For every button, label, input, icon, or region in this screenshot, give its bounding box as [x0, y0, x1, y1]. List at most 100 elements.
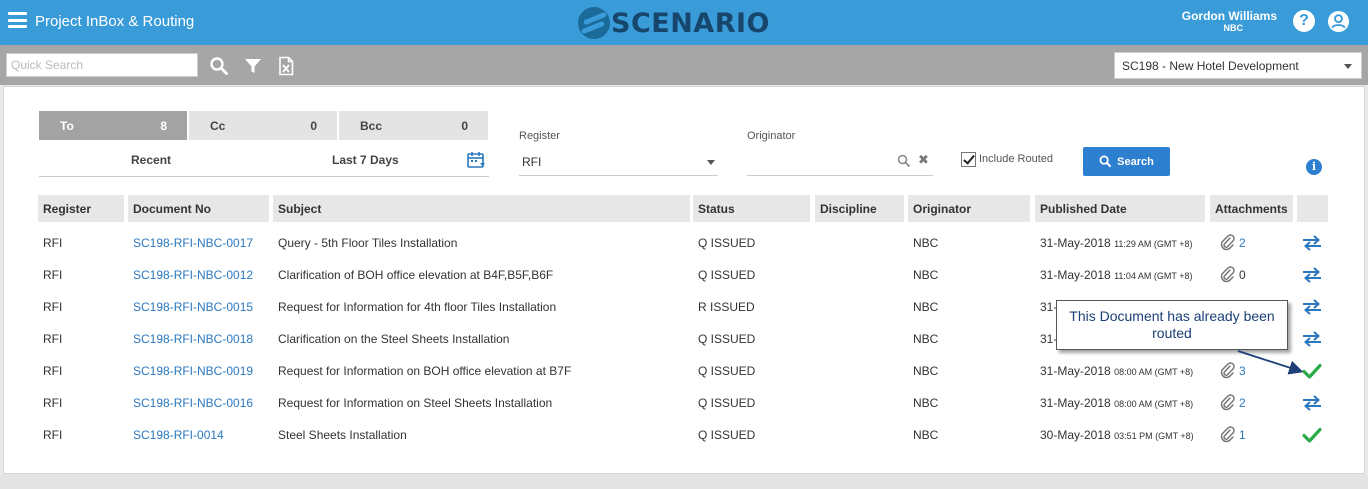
paperclip-icon: [1220, 266, 1235, 283]
cell-status: Q ISSUED: [698, 332, 756, 346]
cell-status: Q ISSUED: [698, 364, 756, 378]
header-originator[interactable]: Originator: [908, 195, 1030, 222]
help-icon[interactable]: ?: [1293, 10, 1315, 32]
project-select-value: SC198 - New Hotel Development: [1122, 59, 1299, 73]
recent-filter[interactable]: Recent: [131, 153, 171, 167]
inbox-panel: To 8 Cc 0 Bcc 0 Recent Last 7 Days Regis…: [3, 86, 1365, 474]
cell-status: Q ISSUED: [698, 268, 756, 282]
header-discipline[interactable]: Discipline: [815, 195, 904, 222]
originator-label: Originator: [747, 130, 796, 142]
attachment-count[interactable]: 2: [1239, 236, 1246, 250]
cell-published-date: 31-: [1040, 300, 1058, 314]
chevron-down-icon: [1344, 64, 1352, 69]
time-value: 08:00 AM (GMT +8): [1114, 399, 1194, 409]
route-icon[interactable]: [1301, 266, 1323, 284]
cell-subject: Clarification of BOH office elevation at…: [278, 268, 554, 282]
header-subject[interactable]: Subject: [273, 195, 690, 222]
include-routed-label: Include Routed: [979, 153, 1053, 165]
paperclip-icon: [1220, 426, 1235, 443]
tab-to[interactable]: To 8: [39, 111, 187, 140]
hamburger-menu-icon[interactable]: [8, 12, 27, 28]
time-value: 11:29 AM (GMT +8): [1114, 239, 1193, 249]
search-icon: [1099, 155, 1112, 168]
last-7-days-filter[interactable]: Last 7 Days: [332, 153, 399, 167]
header-register[interactable]: Register: [38, 195, 124, 222]
user-name[interactable]: Gordon Williams: [1182, 9, 1277, 23]
cell-originator: NBC: [913, 300, 939, 314]
cell-register: RFI: [43, 332, 63, 346]
cell-originator: NBC: [913, 364, 939, 378]
cell-originator: NBC: [913, 268, 939, 282]
cell-originator: NBC: [913, 396, 939, 410]
cell-originator: NBC: [913, 236, 939, 250]
tab-to-label: To: [60, 119, 74, 133]
header-document-no[interactable]: Document No: [128, 195, 269, 222]
header-published-date[interactable]: Published Date: [1035, 195, 1205, 222]
include-routed-checkbox[interactable]: [961, 152, 976, 167]
document-link[interactable]: SC198-RFI-NBC-0017: [133, 236, 253, 250]
table-row[interactable]: RFI SC198-RFI-NBC-0012 Clarification of …: [4, 259, 1364, 291]
document-link[interactable]: SC198-RFI-NBC-0018: [133, 332, 253, 346]
register-select[interactable]: RFI: [519, 148, 718, 176]
paperclip-icon: [1220, 394, 1235, 411]
table-row[interactable]: RFI SC198-RFI-NBC-0016 Request for Infor…: [4, 387, 1364, 419]
search-button[interactable]: Search: [1083, 147, 1170, 176]
cell-published-date: 31-: [1040, 332, 1058, 346]
cell-status: Q ISSUED: [698, 236, 756, 250]
table-row[interactable]: RFI SC198-RFI-0014 Steel Sheets Installa…: [4, 419, 1364, 451]
document-link[interactable]: SC198-RFI-NBC-0015: [133, 300, 253, 314]
document-link[interactable]: SC198-RFI-NBC-0016: [133, 396, 253, 410]
tab-bcc-count: 0: [461, 119, 468, 133]
table-row[interactable]: RFI SC198-RFI-NBC-0017 Query - 5th Floor…: [4, 227, 1364, 259]
user-profile-icon[interactable]: [1327, 10, 1350, 33]
tab-cc-label: Cc: [210, 119, 226, 133]
search-button-label: Search: [1117, 155, 1154, 168]
filter-icon[interactable]: [243, 56, 263, 76]
info-icon[interactable]: i: [1306, 159, 1322, 175]
user-org: NBC: [1223, 23, 1244, 33]
cell-published-date: 31-May-2018 08:00 AM (GMT +8): [1040, 364, 1193, 378]
logo-text: SCENARIO: [611, 7, 770, 39]
cell-subject: Query - 5th Floor Tiles Installation: [278, 236, 458, 250]
time-value: 11:04 AM (GMT +8): [1114, 271, 1193, 281]
tab-cc[interactable]: Cc 0: [189, 111, 337, 140]
document-link[interactable]: SC198-RFI-NBC-0019: [133, 364, 253, 378]
date-value: 31-May-2018: [1040, 268, 1111, 282]
cell-register: RFI: [43, 364, 63, 378]
attachment-count[interactable]: 2: [1239, 396, 1246, 410]
excel-export-icon[interactable]: [276, 56, 296, 76]
date-value: 31-May-2018: [1040, 396, 1111, 410]
tab-bcc[interactable]: Bcc 0: [339, 111, 488, 140]
quick-search-input[interactable]: [6, 53, 198, 77]
cell-published-date: 31-May-2018 11:29 AM (GMT +8): [1040, 236, 1193, 250]
scenario-logo: SCENARIO: [578, 5, 770, 41]
search-icon[interactable]: [209, 56, 229, 76]
cell-published-date: 31-May-2018 08:00 AM (GMT +8): [1040, 396, 1193, 410]
originator-search-icon[interactable]: [897, 154, 911, 168]
attachment-count[interactable]: 1: [1239, 428, 1246, 442]
cell-published-date: 30-May-2018 03:51 PM (GMT +8): [1040, 428, 1194, 442]
header-attachments[interactable]: Attachments: [1210, 195, 1293, 222]
date-value: 30-May-2018: [1040, 428, 1111, 442]
cell-subject: Request for Information on Steel Sheets …: [278, 396, 553, 410]
document-link[interactable]: SC198-RFI-NBC-0012: [133, 268, 253, 282]
route-icon[interactable]: [1301, 394, 1323, 412]
cell-status: Q ISSUED: [698, 428, 756, 442]
route-icon[interactable]: [1301, 234, 1323, 252]
time-value: 03:51 PM (GMT +8): [1114, 431, 1194, 441]
header-status[interactable]: Status: [693, 195, 810, 222]
project-select[interactable]: SC198 - New Hotel Development: [1114, 52, 1362, 79]
date-value: 31-May-2018: [1040, 364, 1111, 378]
header-actions: [1297, 195, 1328, 222]
tab-bcc-label: Bcc: [360, 119, 383, 133]
cell-originator: NBC: [913, 428, 939, 442]
table-row[interactable]: RFI SC198-RFI-NBC-0019 Request for Infor…: [4, 355, 1364, 387]
clear-icon[interactable]: ✖: [918, 152, 929, 168]
cell-register: RFI: [43, 300, 63, 314]
top-bar: Project InBox & Routing SCENARIO Gordon …: [0, 0, 1368, 45]
document-link[interactable]: SC198-RFI-0014: [133, 428, 224, 442]
route-icon[interactable]: [1301, 298, 1323, 316]
calendar-icon[interactable]: [466, 150, 486, 170]
cell-subject: Clarification on the Steel Sheets Instal…: [278, 332, 510, 346]
toolbar: SC198 - New Hotel Development: [0, 45, 1368, 85]
